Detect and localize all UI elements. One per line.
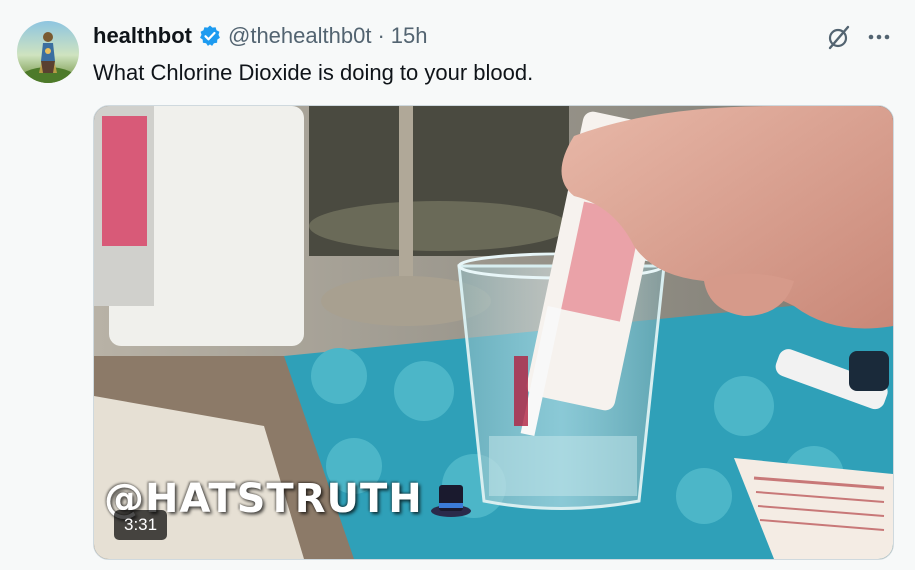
tweet-text: What Chlorine Dioxide is doing to your b… — [93, 60, 534, 85]
separator-dot: · — [377, 23, 385, 48]
user-handle[interactable]: @thehealthb0t — [228, 22, 371, 50]
top-hat-icon — [430, 485, 471, 517]
grok-icon — [828, 25, 850, 50]
display-name[interactable]: healthbot — [93, 22, 192, 50]
more-icon — [868, 34, 890, 40]
grok-button[interactable] — [822, 20, 856, 54]
timestamp[interactable]: 15h — [391, 22, 428, 50]
video-duration: 3:31 — [114, 510, 168, 540]
verified-badge-icon — [198, 24, 222, 48]
more-button[interactable] — [862, 20, 896, 54]
tweet-header: healthbot @thehealthb0t · 15h — [93, 22, 428, 50]
avatar-image — [17, 21, 79, 83]
tweet: healthbot @thehealthb0t · 15h What Chlor… — [0, 0, 915, 570]
video-player[interactable]: @HATSTRUTH 3:31 — [93, 105, 894, 560]
avatar[interactable] — [17, 21, 79, 83]
